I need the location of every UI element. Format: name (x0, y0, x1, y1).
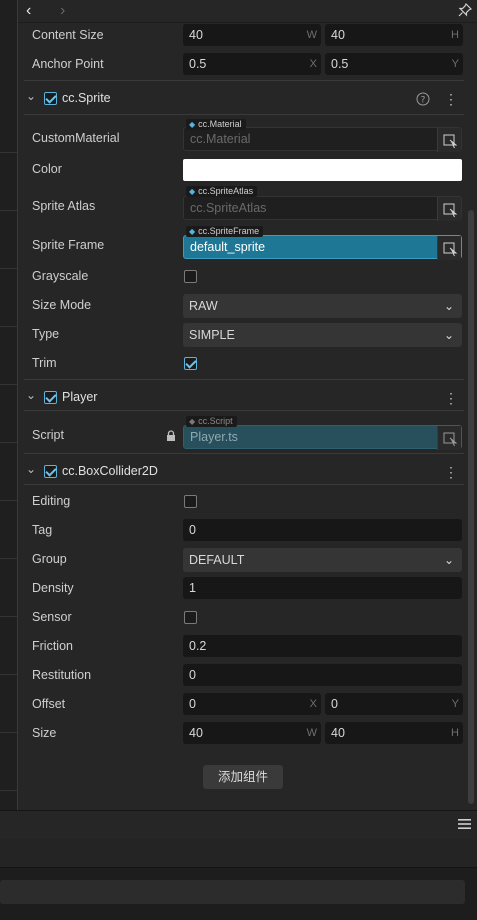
restitution-input[interactable]: 0 (183, 664, 462, 686)
type-label: Type (32, 327, 60, 341)
custom-material-asset-field[interactable]: cc.Material (183, 127, 462, 152)
script-asset-field[interactable]: Player.ts (183, 425, 462, 450)
friction-input[interactable]: 0.2 (183, 635, 462, 657)
size-mode-select[interactable]: RAW ⌄ (183, 294, 462, 318)
size-mode-label: Size Mode (32, 298, 92, 312)
forward-button[interactable]: › (60, 2, 65, 20)
script-label: Script (32, 428, 64, 442)
help-icon[interactable]: ? (416, 92, 430, 109)
add-component-button[interactable]: 添加组件 (203, 765, 283, 789)
svg-text:?: ? (421, 96, 426, 106)
asset-diamond-icon: ◆ (189, 187, 196, 196)
type-select[interactable]: SIMPLE ⌄ (183, 323, 462, 347)
component-menu-icon[interactable]: ⋮ (444, 391, 458, 405)
asset-picker-icon[interactable] (437, 128, 461, 152)
component-name: Player (62, 390, 98, 404)
player-component-header[interactable]: ⌄ Player ⋮ (24, 387, 464, 409)
custom-material-label: CustomMaterial (32, 131, 120, 145)
asset-type-tag: ◆ cc.Material (186, 119, 246, 130)
player-enabled-checkbox[interactable] (44, 391, 57, 404)
scene-view-edge (0, 0, 18, 810)
asset-type-tag: ◆ cc.Script (186, 416, 237, 427)
sprite-frame-label: Sprite Frame (32, 238, 105, 252)
bottom-panel-header (0, 839, 477, 867)
content-size-height-input[interactable]: 40 H (325, 24, 463, 46)
component-name: cc.BoxCollider2D (62, 464, 158, 478)
pin-icon[interactable] (458, 2, 473, 20)
offset-x-input[interactable]: 0X (183, 693, 321, 715)
boxcollider2d-component-header[interactable]: ⌄ cc.BoxCollider2D ⋮ (24, 461, 464, 483)
asset-diamond-icon: ◆ (189, 120, 196, 129)
sprite-component-header[interactable]: ⌄ cc.Sprite ? ⋮ (24, 88, 464, 110)
anchor-point-x-input[interactable]: 0.5 X (183, 53, 321, 75)
density-input[interactable]: 1 (183, 577, 462, 599)
color-swatch[interactable] (183, 159, 462, 181)
collapse-chevron-icon[interactable]: ⌄ (26, 462, 36, 476)
sprite-frame-asset-field[interactable]: default_sprite (183, 235, 462, 260)
offset-label: Offset (32, 697, 66, 711)
bottom-panel-toolbar (0, 810, 477, 840)
lock-icon (166, 430, 176, 444)
size-label: Size (32, 726, 57, 740)
inspector-toolbar: ‹ › (18, 0, 477, 23)
friction-label: Friction (32, 639, 73, 653)
back-button[interactable]: ‹ (26, 2, 31, 20)
inspector-scrollbar[interactable] (468, 210, 474, 804)
boxcollider2d-enabled-checkbox[interactable] (44, 465, 57, 478)
component-menu-icon[interactable]: ⋮ (444, 465, 458, 479)
restitution-label: Restitution (32, 668, 92, 682)
sensor-label: Sensor (32, 610, 72, 624)
sprite-enabled-checkbox[interactable] (44, 92, 57, 105)
asset-diamond-icon: ◆ (189, 417, 196, 426)
editing-label: Editing (32, 494, 71, 508)
asset-picker-icon[interactable] (437, 197, 461, 221)
console-input-bar[interactable] (0, 880, 465, 904)
chevron-down-icon: ⌄ (443, 328, 454, 342)
trim-checkbox[interactable] (184, 357, 197, 370)
chevron-down-icon: ⌄ (443, 299, 454, 313)
content-size-label: Content Size (32, 28, 104, 42)
editing-checkbox[interactable] (184, 495, 197, 508)
size-width-input[interactable]: 40 W (183, 722, 321, 744)
asset-type-tag: ◆ cc.SpriteFrame (186, 226, 264, 237)
collapse-chevron-icon[interactable]: ⌄ (26, 89, 36, 103)
trim-label: Trim (32, 356, 57, 370)
grayscale-label: Grayscale (32, 269, 89, 283)
asset-type-tag: ◆ cc.SpriteAtlas (186, 186, 258, 197)
sprite-atlas-asset-field[interactable]: cc.SpriteAtlas (183, 196, 462, 221)
component-menu-icon[interactable]: ⋮ (444, 92, 458, 106)
asset-diamond-icon: ◆ (189, 227, 196, 236)
asset-picker-icon[interactable] (437, 236, 461, 260)
hamburger-menu-icon[interactable] (458, 818, 471, 833)
anchor-point-y-input[interactable]: 0.5 Y (325, 53, 463, 75)
collapse-chevron-icon[interactable]: ⌄ (26, 388, 36, 402)
group-label: Group (32, 552, 67, 566)
asset-picker-icon[interactable] (437, 426, 461, 450)
component-name: cc.Sprite (62, 91, 111, 105)
anchor-point-label: Anchor Point (32, 57, 104, 71)
sensor-checkbox[interactable] (184, 611, 197, 624)
group-select[interactable]: DEFAULT ⌄ (183, 548, 462, 572)
chevron-down-icon: ⌄ (443, 553, 454, 567)
color-label: Color (32, 162, 62, 176)
sprite-atlas-label: Sprite Atlas (32, 199, 96, 213)
tag-label: Tag (32, 523, 53, 537)
density-label: Density (32, 581, 74, 595)
tag-input[interactable]: 0 (183, 519, 462, 541)
size-height-input[interactable]: 40 H (325, 722, 463, 744)
grayscale-checkbox[interactable] (184, 270, 197, 283)
content-size-width-input[interactable]: 40 W (183, 24, 321, 46)
offset-y-input[interactable]: 0Y (325, 693, 463, 715)
